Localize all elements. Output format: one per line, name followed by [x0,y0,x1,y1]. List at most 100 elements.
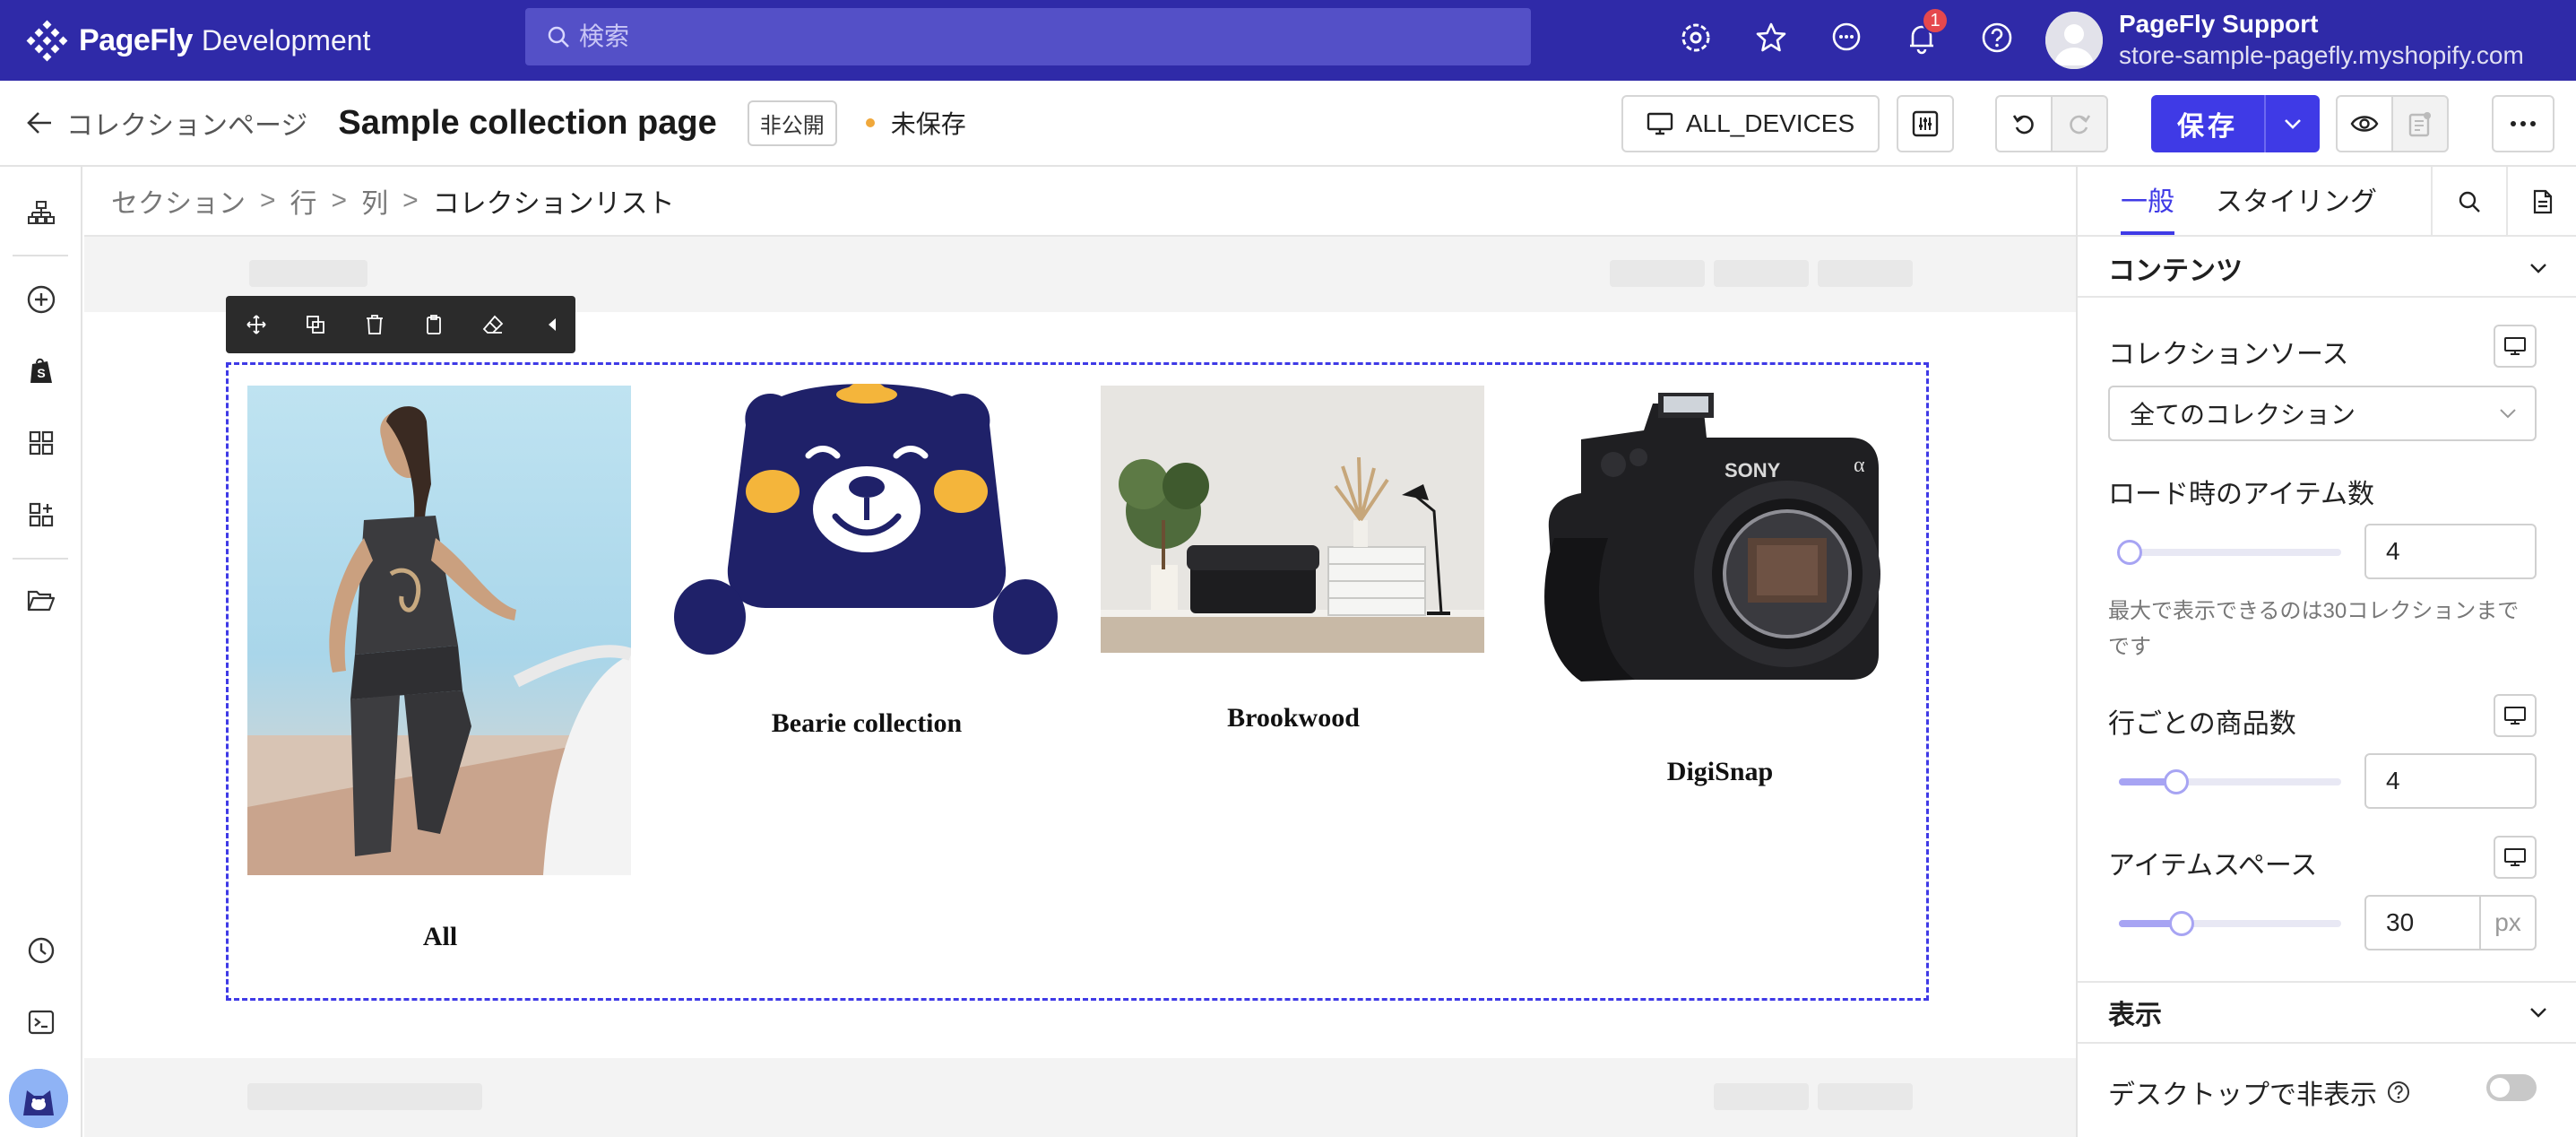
settings-sliders-button[interactable] [1897,95,1954,152]
move-arrows-icon[interactable] [244,312,269,337]
add-element-plus-icon[interactable] [22,280,61,319]
document-icon[interactable] [2506,167,2576,237]
divider [2078,1042,2576,1044]
inspector-search-icon[interactable] [2431,167,2506,237]
collection-source-device-button[interactable] [2494,325,2537,368]
item-space-slider[interactable] [2119,911,2341,936]
notification-bell-icon[interactable]: 1 [1904,7,1949,59]
device-selector-label: ALL_DEVICES [1685,109,1855,137]
collection-source-select[interactable]: 全てのコレクション [2108,386,2537,441]
content-section-header[interactable]: コンテンツ [2078,239,2576,298]
breadcrumb-item-section[interactable]: セクション [111,181,246,221]
items-on-load-input[interactable]: 4 [2364,524,2537,579]
publish-button[interactable] [2391,95,2449,152]
brand[interactable]: PageFly Development [25,19,527,62]
sections-grid-icon[interactable] [22,423,61,463]
items-on-load-help: 最大で表示できるのは30コレクションまでです [2108,599,2520,659]
display-section-header[interactable]: 表示 [2078,983,2576,1042]
collection-source-value: 全てのコレクション [2130,401,2356,429]
item-space-unit: px [2494,908,2521,936]
settings-gear-icon[interactable] [1678,16,1714,59]
eraser-icon[interactable] [480,312,506,337]
products-per-row-input[interactable]: 4 [2364,753,2537,809]
collection-image-bearie[interactable] [674,384,1059,656]
svg-text:S: S [37,366,45,380]
chat-icon[interactable] [1828,16,1864,59]
tab-general[interactable]: 一般 [2121,179,2174,235]
collection-image-all[interactable] [247,386,631,875]
delete-trash-icon[interactable] [362,312,387,337]
shopify-bag-icon[interactable]: S [22,352,61,391]
products-per-row-device-button[interactable] [2494,694,2537,737]
question-help-icon[interactable] [2386,1080,2411,1105]
element-toolbar [226,296,575,353]
publish-page-icon [2407,110,2433,137]
divider [2078,296,2576,298]
page-title: Sample collection page [338,103,717,142]
hide-desktop-row: デスクトップで非表示 [2108,1072,2411,1112]
item-space-input[interactable]: 30 px [2364,895,2537,950]
desktop-monitor-icon [2503,706,2527,725]
breadcrumb-item-column[interactable]: 列 [361,181,388,221]
slider-thumb[interactable] [2164,769,2189,794]
chevron-down-icon [2529,1007,2547,1018]
more-options-button[interactable] [2492,95,2554,152]
placeholder-skeleton [1818,260,1913,287]
item-space-device-button[interactable] [2494,836,2537,879]
collection-title-bearie[interactable]: Bearie collection [674,708,1059,739]
collection-image-brookwood[interactable] [1101,386,1484,653]
slider-thumb[interactable] [2117,540,2142,565]
save-button-label: 保存 [2177,112,2238,142]
inspector-tabs: 一般 スタイリング [2078,167,2576,237]
preview-button[interactable] [2336,95,2393,152]
duplicate-icon[interactable] [303,312,328,337]
collection-title-digisnap[interactable]: DigiSnap [1527,757,1913,787]
desktop-monitor-icon [1647,112,1686,135]
items-on-load-slider[interactable] [2117,540,2341,565]
folder-open-icon[interactable] [22,581,61,621]
breadcrumb-separator: > [260,186,276,215]
placeholder-skeleton [1610,260,1705,287]
save-button[interactable]: 保存 [2151,95,2320,152]
code-terminal-icon[interactable] [22,1002,61,1042]
tab-styling[interactable]: スタイリング [2216,179,2377,235]
breadcrumb-separator: > [331,186,348,215]
support-avatar[interactable] [9,1069,68,1128]
desktop-monitor-icon [2503,336,2527,356]
collection-image-digisnap[interactable]: SONY α [1527,386,1913,699]
redo-icon [2067,111,2092,136]
notification-count-badge: 1 [1922,7,1949,34]
device-selector-button[interactable]: ALL_DEVICES [1621,95,1880,152]
save-options-chevron-down-icon[interactable] [2264,95,2320,152]
user-avatar [2045,12,2103,69]
slider-thumb[interactable] [2169,911,2194,936]
placeholder-skeleton [1714,260,1809,287]
placeholder-skeleton [247,1083,482,1110]
undo-button[interactable] [1995,95,2053,152]
collection-title-brookwood[interactable]: Brookwood [1101,703,1486,733]
collection-title-all[interactable]: All [247,922,633,952]
breadcrumb-current: コレクションリスト [432,189,675,219]
help-icon[interactable] [1979,16,2015,59]
copy-style-icon[interactable] [421,312,446,337]
collection-source-label: コレクションソース [2108,340,2349,369]
hide-desktop-toggle[interactable] [2486,1074,2537,1101]
page-header-bar: コレクションページ Sample collection page 非公開 未保存… [0,81,2576,167]
undo-icon [2011,111,2036,136]
user-menu[interactable]: PageFly Support store-sample-pagefly.mys… [2045,9,2524,72]
products-per-row-slider[interactable] [2119,769,2341,794]
placeholder-skeleton [249,260,367,287]
history-clock-icon[interactable] [22,931,61,970]
star-icon[interactable] [1753,16,1789,59]
breadcrumb-item-row[interactable]: 行 [290,181,317,221]
redo-button[interactable] [2051,95,2108,152]
page-outline-tree-icon[interactable] [22,194,61,233]
editor-canvas[interactable]: All Bearie collection Brookwood SONY α D… [84,237,2076,1137]
user-name: PageFly Support [2119,10,2319,38]
inspector-panel: 一般 スタイリング コンテンツ コレクションソース 全てのコレクション ロード時… [2076,167,2576,1137]
search-input[interactable] [579,22,1386,51]
apps-add-grid-icon[interactable] [22,495,61,534]
back-link[interactable]: コレクションページ [27,103,307,143]
collapse-left-caret-icon[interactable] [540,312,565,337]
search-bar[interactable] [525,8,1531,65]
